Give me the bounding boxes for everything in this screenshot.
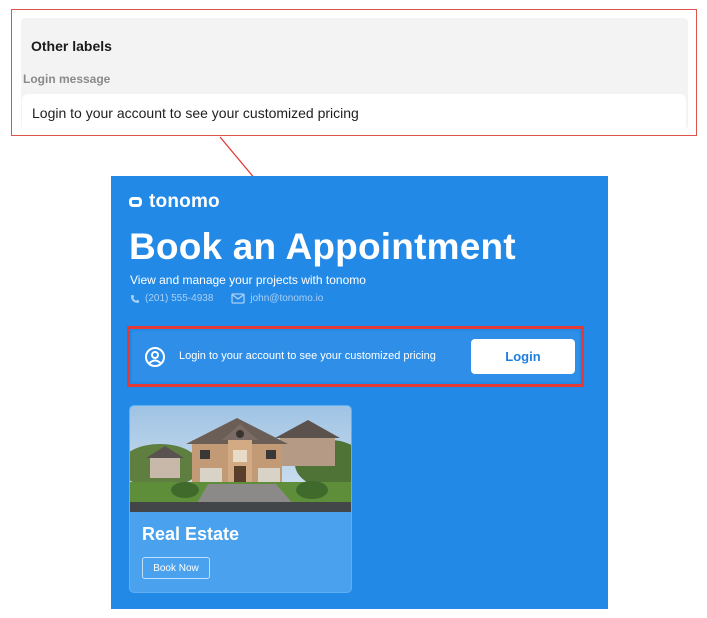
login-message: Login to your account to see your custom… [179,350,436,362]
login-message-label: Login message [23,72,111,86]
service-card[interactable]: Real Estate Book Now [129,405,352,593]
section-title: Other labels [31,38,112,54]
user-circle-icon [145,347,165,367]
contact-info: (201) 555-4938 john@tonomo.io [130,293,341,304]
login-message-input[interactable]: Login to your account to see your custom… [22,94,686,132]
login-button[interactable]: Login [471,339,575,374]
house-photo [130,406,351,512]
booking-widget: tonomo Book an Appointment View and mana… [111,176,608,609]
book-now-button[interactable]: Book Now [142,557,210,579]
page-title: Book an Appointment [129,226,516,267]
mail-icon [231,293,246,304]
login-banner-highlight: Login to your account to see your custom… [127,326,584,387]
logo-icon [129,197,142,207]
phone-icon [131,294,139,303]
logo-text: tonomo [149,191,220,212]
phone-contact: (201) 555-4938 [130,293,213,304]
brand-logo: tonomo [129,191,220,212]
login-banner: Login to your account to see your custom… [132,331,579,382]
settings-panel: Other labels Login message Login to your… [11,9,697,136]
phone-text: (201) 555-4938 [145,293,214,304]
email-contact: john@tonomo.io [231,293,323,304]
card-title: Real Estate [142,524,240,544]
email-text: john@tonomo.io [250,293,324,304]
other-labels-section: Other labels Login message Login to your… [21,18,688,132]
page-subtitle: View and manage your projects with tonom… [130,273,366,287]
